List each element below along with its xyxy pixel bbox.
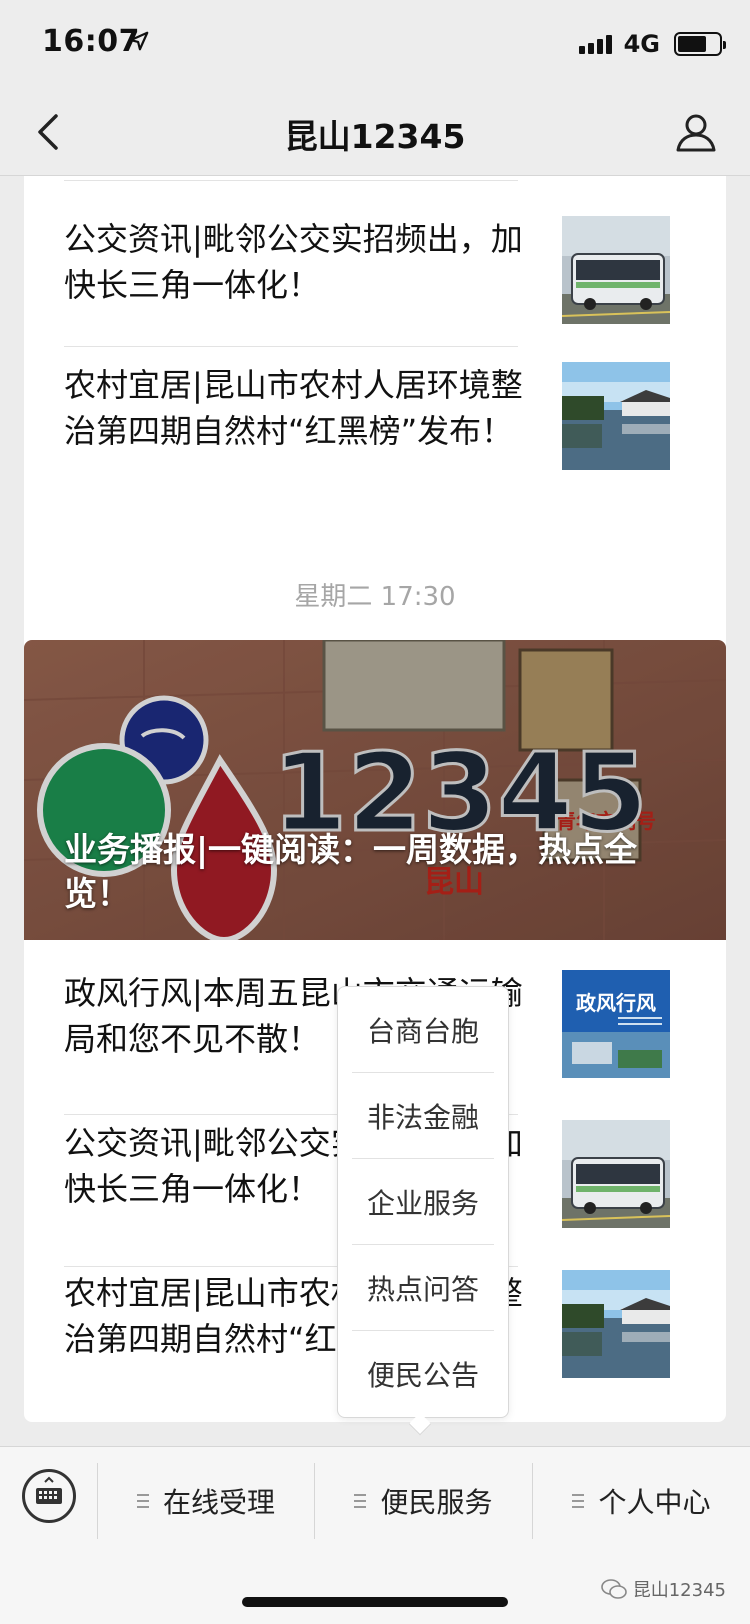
hero-article[interactable]: 青年文明号 12345 昆山 业务播报|一键阅读：一周数据，热点全览！ bbox=[24, 640, 726, 940]
policy-poster-thumbnail: 政风行风 bbox=[562, 970, 670, 1078]
watermark: 昆山12345 bbox=[600, 1576, 726, 1602]
thumbnail-label: 政风行风 bbox=[576, 991, 656, 1015]
menu-label: 个人中心 bbox=[598, 1486, 711, 1519]
article-item[interactable]: 农村宜居|昆山市农村人居环境整治第四期自然村“红黑榜”发布！ bbox=[64, 362, 710, 512]
submenu-item-public-notice[interactable]: 便民公告 bbox=[352, 1331, 494, 1417]
battery-icon bbox=[674, 32, 726, 56]
submenu-item-taiwan-compatriots[interactable]: 台商台胞 bbox=[352, 987, 494, 1073]
river-village-photo-thumbnail bbox=[562, 1270, 670, 1378]
status-time: 16:07 bbox=[42, 24, 140, 59]
message-timestamp: 星期二 17:30 bbox=[294, 582, 456, 612]
river-village-photo-thumbnail bbox=[562, 362, 670, 470]
keyboard-icon[interactable] bbox=[22, 1469, 76, 1523]
status-indicators: 4G bbox=[578, 30, 726, 58]
divider bbox=[64, 346, 518, 347]
divider bbox=[64, 180, 518, 181]
hero-title: 业务播报|一键阅读：一周数据，热点全览！ bbox=[64, 830, 638, 913]
menu-online-acceptance[interactable]: 在线受理 bbox=[98, 1463, 314, 1539]
submenu-item-enterprise-service[interactable]: 企业服务 bbox=[352, 1159, 494, 1245]
hamburger-icon bbox=[572, 1494, 585, 1508]
wechat-icon bbox=[600, 1579, 627, 1599]
person-icon[interactable] bbox=[672, 108, 720, 156]
article-card: 公交资讯|毗邻公交实招频出，加快长三角一体化！ 农村宜居|昆山市农村人居环境整治… bbox=[24, 176, 726, 701]
home-indicator[interactable] bbox=[242, 1597, 508, 1607]
menu-personal-center[interactable]: 个人中心 bbox=[533, 1463, 750, 1539]
submenu-item-hot-qa[interactable]: 热点问答 bbox=[352, 1245, 494, 1331]
network-type: 4G bbox=[623, 30, 660, 58]
location-arrow-icon bbox=[129, 31, 149, 51]
menu-label: 在线受理 bbox=[162, 1486, 275, 1519]
status-bar: 16:07 4G bbox=[0, 0, 750, 88]
article-title: 公交资讯|毗邻公交实招频出，加快长三角一体化！ bbox=[64, 220, 523, 304]
nav-bar: 昆山12345 bbox=[0, 88, 750, 176]
article-item[interactable]: 公交资讯|毗邻公交实招频出，加快长三角一体化！ bbox=[64, 216, 710, 366]
submenu-item-illegal-finance[interactable]: 非法金融 bbox=[352, 1073, 494, 1159]
article-title: 农村宜居|昆山市农村人居环境整治第四期自然村“红黑榜”发布！ bbox=[64, 366, 523, 450]
page-title: 昆山12345 bbox=[284, 117, 466, 156]
menu-convenience-services[interactable]: 便民服务 bbox=[315, 1463, 532, 1539]
bus-photo-thumbnail bbox=[562, 216, 670, 324]
hamburger-icon bbox=[136, 1494, 149, 1508]
signal-icon bbox=[578, 34, 612, 54]
service-submenu: 台商台胞 非法金融 企业服务 热点问答 便民公告 bbox=[337, 986, 509, 1418]
hamburger-icon bbox=[354, 1494, 367, 1508]
menu-label: 便民服务 bbox=[380, 1486, 493, 1519]
watermark-text: 昆山12345 bbox=[632, 1580, 726, 1601]
bus-photo-thumbnail bbox=[562, 1120, 670, 1228]
